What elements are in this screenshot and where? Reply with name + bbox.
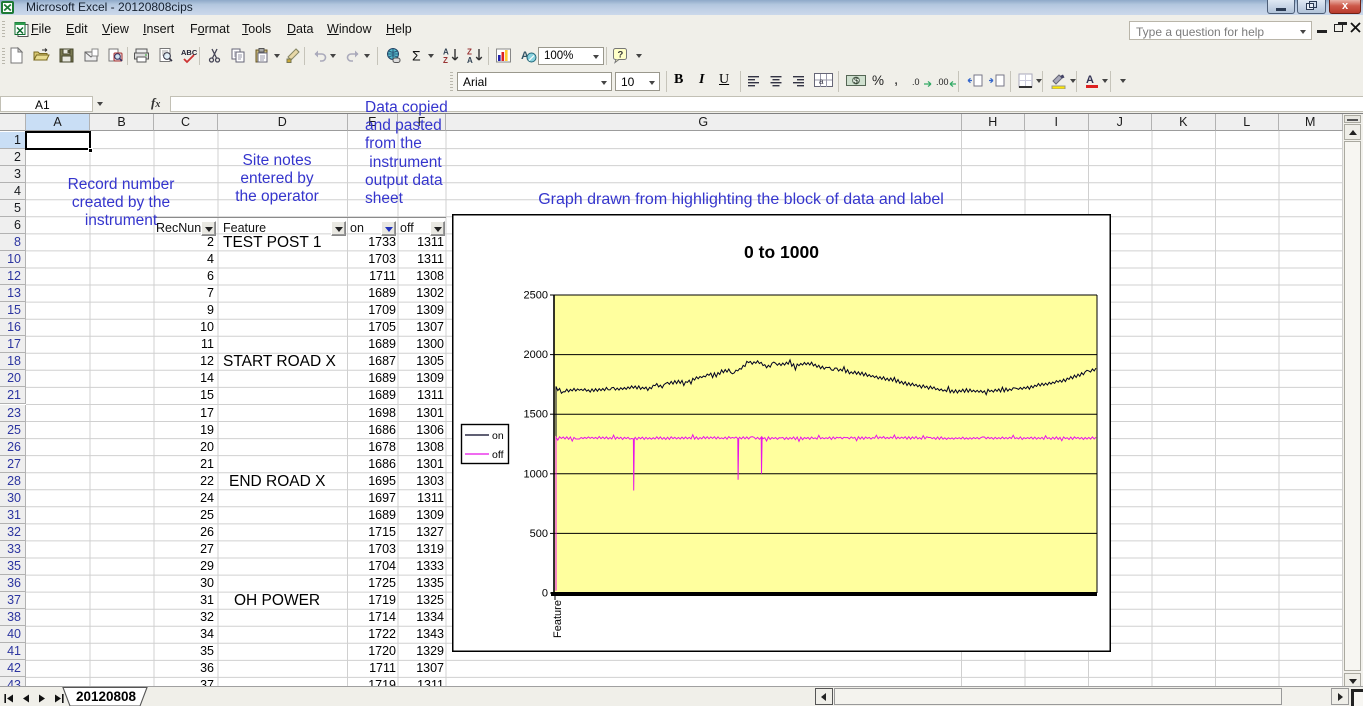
svg-text:2000: 2000: [524, 349, 548, 361]
svg-text:$: $: [854, 77, 859, 86]
svg-text:ABC: ABC: [181, 48, 198, 57]
svg-text:Σ: Σ: [412, 48, 421, 64]
svg-text:.00: .00: [936, 77, 949, 87]
svg-text:A: A: [1086, 74, 1094, 86]
svg-text:on: on: [492, 430, 504, 442]
svg-text:Feature: Feature: [552, 600, 564, 638]
svg-text:A: A: [467, 56, 473, 64]
svg-text:?: ?: [618, 50, 624, 61]
svg-text:.0: .0: [912, 77, 920, 87]
svg-text:off: off: [492, 449, 504, 461]
svg-text:0 to 1000: 0 to 1000: [744, 242, 819, 262]
svg-text:1500: 1500: [524, 409, 548, 421]
svg-text:2500: 2500: [524, 290, 548, 302]
svg-text:0: 0: [542, 588, 548, 600]
svg-text:500: 500: [530, 528, 548, 540]
svg-text:a: a: [819, 77, 824, 86]
svg-text:Z: Z: [443, 56, 448, 64]
svg-text:1000: 1000: [524, 468, 548, 480]
